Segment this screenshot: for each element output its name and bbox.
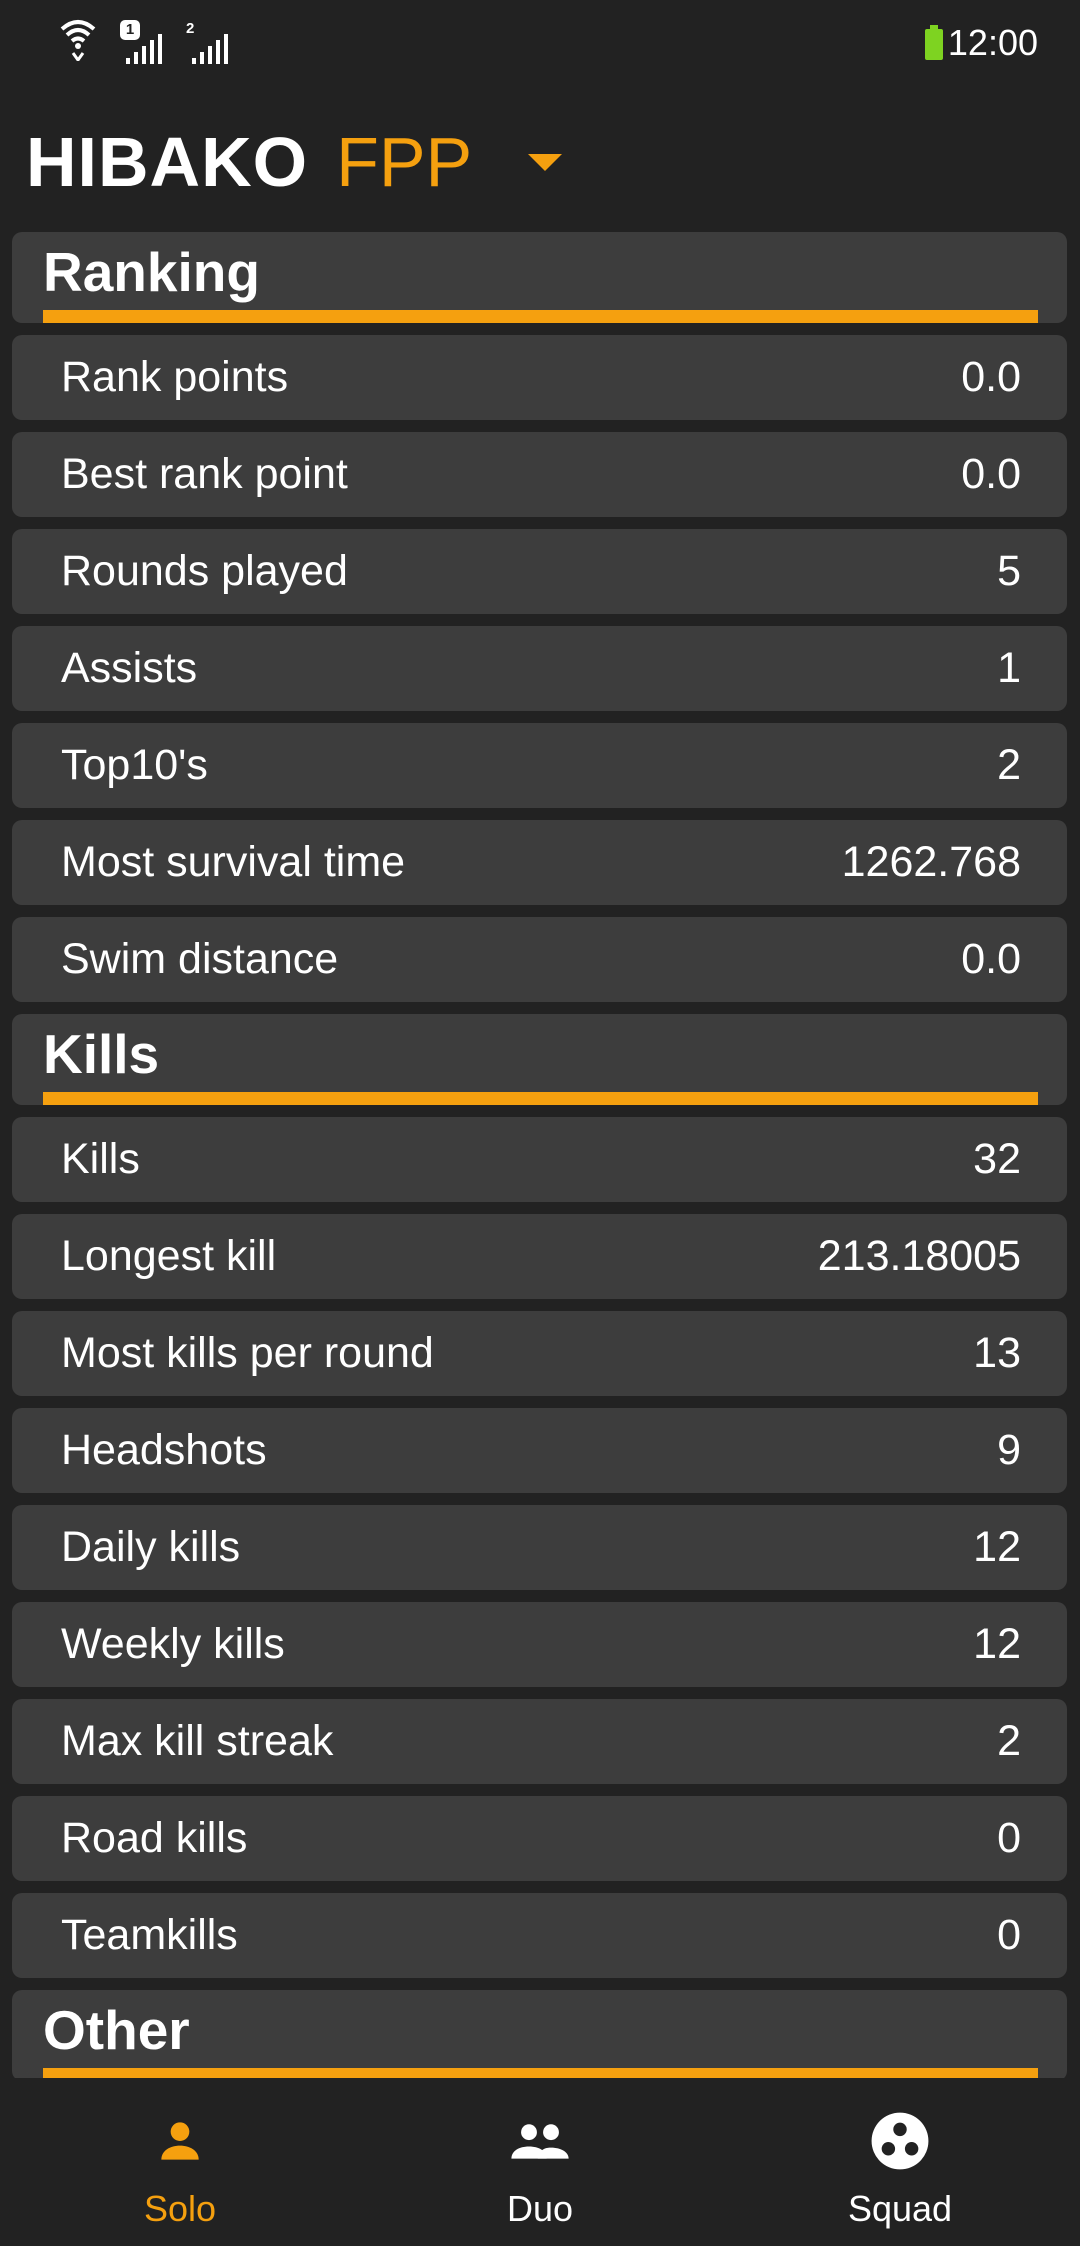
stat-row: Rank points 0.0 bbox=[12, 335, 1067, 420]
stat-value: 0.0 bbox=[961, 353, 1021, 401]
clock: 12:00 bbox=[947, 22, 1038, 63]
stat-value: 2 bbox=[997, 741, 1021, 789]
stat-label: Best rank point bbox=[61, 450, 348, 498]
stat-label: Top10's bbox=[61, 741, 208, 789]
stat-label: Headshots bbox=[61, 1426, 267, 1474]
nav-label-duo: Duo bbox=[506, 2188, 574, 2229]
section-header-ranking: Ranking bbox=[12, 232, 1067, 323]
stat-label: Rounds played bbox=[61, 547, 348, 595]
stat-row: Headshots 9 bbox=[12, 1408, 1067, 1493]
stat-value: 12 bbox=[973, 1620, 1021, 1668]
stat-label: Kills bbox=[61, 1135, 140, 1183]
stat-label: Swim distance bbox=[61, 935, 339, 983]
wifi-icon bbox=[58, 15, 98, 66]
stat-label: Rank points bbox=[61, 353, 289, 401]
stat-row: Kills 32 bbox=[12, 1117, 1067, 1202]
stat-value: 12 bbox=[973, 1523, 1021, 1571]
section-underline bbox=[43, 2068, 1038, 2078]
stat-row: Assists 1 bbox=[12, 626, 1067, 711]
stat-value: 0 bbox=[997, 1911, 1021, 1959]
stat-row: Daily kills 12 bbox=[12, 1505, 1067, 1590]
nav-duo[interactable]: Duo bbox=[360, 2078, 720, 2246]
stat-value: 0.0 bbox=[961, 450, 1021, 498]
section-title: Other bbox=[43, 1999, 190, 2061]
section-underline bbox=[43, 310, 1038, 323]
stat-label: Road kills bbox=[61, 1814, 248, 1862]
stat-value: 2 bbox=[997, 1717, 1021, 1765]
stat-row: Longest kill 213.18005 bbox=[12, 1214, 1067, 1299]
stat-label: Max kill streak bbox=[61, 1717, 334, 1765]
section-title: Ranking bbox=[43, 241, 260, 303]
section-underline bbox=[43, 1092, 1038, 1105]
stat-row: Swim distance 0.0 bbox=[12, 917, 1067, 1002]
nav-label-solo: Solo bbox=[143, 2188, 217, 2229]
nav-squad[interactable]: Squad bbox=[720, 2078, 1080, 2246]
stat-label: Most survival time bbox=[61, 838, 406, 886]
chevron-down-icon[interactable] bbox=[528, 153, 563, 171]
stat-value: 13 bbox=[973, 1329, 1021, 1377]
stat-label: Longest kill bbox=[61, 1232, 277, 1280]
stat-label: Daily kills bbox=[61, 1523, 241, 1571]
signal-sim1-icon: 1 bbox=[120, 20, 164, 66]
player-name: HIBAKO bbox=[26, 123, 309, 201]
stat-row: Max kill streak 2 bbox=[12, 1699, 1067, 1784]
stats-list[interactable]: Ranking Rank points 0.0 Best rank point 0.… bbox=[12, 232, 1067, 2078]
stat-row: Road kills 0 bbox=[12, 1796, 1067, 1881]
stat-row: Best rank point 0.0 bbox=[12, 432, 1067, 517]
stat-value: 1 bbox=[997, 644, 1021, 692]
group-circle-icon bbox=[867, 2108, 933, 2174]
stat-label: Assists bbox=[61, 644, 198, 692]
stat-value: 32 bbox=[973, 1135, 1021, 1183]
section-title: Kills bbox=[43, 1023, 160, 1085]
section-header-other: Other bbox=[12, 1990, 1067, 2078]
stat-row: Weekly kills 12 bbox=[12, 1602, 1067, 1687]
stat-row: Most survival time 1262.768 bbox=[12, 820, 1067, 905]
stat-value: 0.0 bbox=[961, 935, 1021, 983]
nav-solo[interactable]: Solo bbox=[0, 2078, 360, 2246]
stat-row: Rounds played 5 bbox=[12, 529, 1067, 614]
stat-label: Weekly kills bbox=[61, 1620, 285, 1668]
signal-sim2-icon: 2 bbox=[186, 20, 230, 66]
status-icons: 1 2 bbox=[58, 16, 230, 66]
person-icon bbox=[147, 2108, 213, 2174]
section-header-kills: Kills bbox=[12, 1014, 1067, 1105]
stat-row: Most kills per round 13 bbox=[12, 1311, 1067, 1396]
status-right: 12:00 bbox=[924, 22, 1038, 64]
app-header: HIBAKO FPP bbox=[26, 118, 563, 206]
stat-value: 9 bbox=[997, 1426, 1021, 1474]
battery-icon bbox=[924, 25, 944, 61]
stat-label: Teamkills bbox=[61, 1911, 238, 1959]
stat-value: 1262.768 bbox=[841, 838, 1021, 886]
status-bar: 1 2 12:00 bbox=[0, 0, 1080, 90]
mode-selector-label[interactable]: FPP bbox=[336, 122, 472, 202]
stat-value: 5 bbox=[997, 547, 1021, 595]
people-icon bbox=[507, 2108, 573, 2174]
stat-row: Top10's 2 bbox=[12, 723, 1067, 808]
stat-value: 0 bbox=[997, 1814, 1021, 1862]
stat-value: 213.18005 bbox=[817, 1232, 1021, 1280]
nav-label-squad: Squad bbox=[847, 2188, 953, 2229]
stat-label: Most kills per round bbox=[61, 1329, 434, 1377]
stat-row: Teamkills 0 bbox=[12, 1893, 1067, 1978]
bottom-nav: Solo Duo Squad bbox=[0, 2078, 1080, 2246]
